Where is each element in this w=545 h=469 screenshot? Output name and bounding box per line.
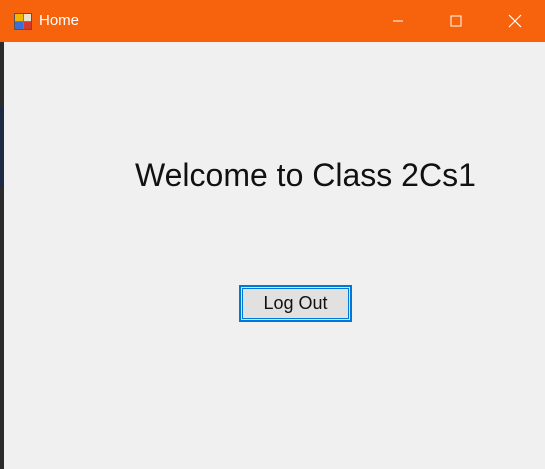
minimize-icon bbox=[393, 20, 403, 22]
window-title: Home bbox=[39, 12, 80, 29]
app-form-icon bbox=[14, 13, 32, 30]
log-out-button[interactable]: Log Out bbox=[239, 285, 352, 322]
close-button[interactable] bbox=[486, 0, 544, 42]
form-client-area: Welcome to Class 2Cs1 Log Out bbox=[4, 42, 545, 469]
minimize-button[interactable] bbox=[369, 0, 427, 42]
welcome-label: Welcome to Class 2Cs1 bbox=[135, 157, 476, 193]
maximize-icon bbox=[450, 15, 462, 27]
app-window: Home Welcome to Class 2Cs1 Log Out bbox=[0, 0, 545, 469]
maximize-button[interactable] bbox=[427, 0, 485, 42]
close-icon bbox=[508, 14, 522, 28]
title-bar[interactable]: Home bbox=[0, 0, 545, 42]
